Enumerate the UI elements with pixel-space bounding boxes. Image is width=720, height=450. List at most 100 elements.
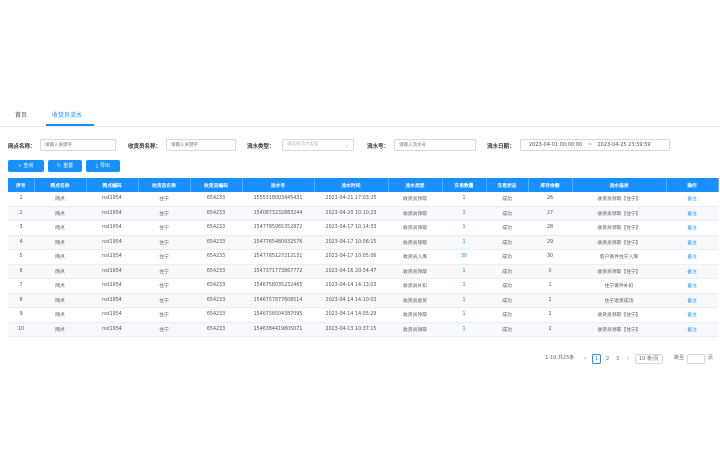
reset-button[interactable]: ↻ 重置 [48, 160, 82, 172]
table-cell: 住宁 [138, 206, 190, 221]
table-cell: nst1954 [86, 220, 138, 236]
table-row: 3 网点 nst1954 住宁 654233 1547785065352872 2023-0… [8, 220, 718, 236]
page-2-button[interactable]: 2 [603, 354, 612, 364]
tab-receiver-flow[interactable]: 收货员流水 [52, 110, 82, 119]
remark-link[interactable]: 备注 [666, 307, 718, 323]
tab-bar: 首页 收货员流水 [0, 106, 720, 127]
remark-link[interactable]: 备注 [666, 220, 718, 236]
table-cell: 2023-04-21 17:03:25 [314, 192, 388, 207]
table-cell: 收货员领取【住宁】 [572, 322, 666, 337]
next-page-button[interactable]: › [624, 354, 632, 364]
table-cell: 10 [8, 322, 34, 337]
remark-link[interactable]: 备注 [666, 278, 718, 294]
table-cell: 1 [528, 307, 572, 323]
table-cell: 28 [528, 220, 572, 236]
flow-type-select[interactable]: 请选择流水类型 ⌄ [282, 139, 354, 151]
table-cell: 收货员领取【住宁】 [572, 264, 666, 279]
export-button[interactable]: ⤓ 导出 [86, 160, 120, 172]
table-cell: 1547371773867772 [242, 264, 314, 279]
remark-link[interactable]: 备注 [666, 192, 718, 207]
table-row: 7 网点 nst1954 住宁 654233 1546758035232465 2023-0… [8, 278, 718, 294]
table-row: 9 网点 nst1954 住宁 654233 1546758504387095 2023-0… [8, 307, 718, 323]
table-cell: 成功 [486, 235, 528, 250]
jump-suffix: 页 [708, 355, 714, 361]
table-cell: nst1954 [86, 293, 138, 308]
column-header: 流水类型 [388, 178, 443, 192]
date-separator: ~ [587, 142, 592, 148]
table-cell: 网点 [34, 235, 86, 250]
table-cell: 654233 [190, 220, 242, 236]
remark-link[interactable]: 备注 [666, 206, 718, 221]
table-cell: 成功 [486, 264, 528, 279]
site-name-input[interactable] [40, 139, 116, 151]
table-cell: 1546757877608514 [242, 293, 314, 308]
page-3-button[interactable]: 3 [613, 354, 622, 364]
table-cell: 住宁 [138, 307, 190, 323]
table-cell: nst1954 [86, 322, 138, 337]
table-cell: 成功 [486, 278, 528, 294]
prev-page-button[interactable]: ‹ [581, 354, 589, 364]
table-cell: 2 [528, 293, 572, 308]
export-button-label: 导出 [100, 163, 111, 169]
table-cell: 1547765127212131 [242, 249, 314, 265]
table-cell: 654233 [190, 249, 242, 265]
search-button[interactable]: ⌕ 查询 [8, 160, 44, 172]
table-cell: 收货员领取 [388, 192, 442, 207]
table-cell: 26 [528, 192, 572, 207]
table-cell: 1 [442, 220, 486, 236]
jump-page-input[interactable] [687, 354, 705, 364]
table-cell: 住宁 [138, 264, 190, 279]
flow-no-input[interactable] [394, 139, 476, 151]
search-button-label: 查询 [23, 163, 34, 169]
table-cell: 成功 [486, 220, 528, 236]
table-cell: 1546758035232465 [242, 278, 314, 294]
table-cell: 收货员补扣 [388, 278, 442, 294]
table-row: 6 网点 nst1954 住宁 654233 1547371773867772 2023-0… [8, 264, 718, 279]
column-header: 收货员名称 [138, 178, 191, 192]
table-cell: 654233 [190, 264, 242, 279]
table-cell: 住宁 [138, 192, 190, 207]
table-row: 10 网点 nst1954 住宁 654233 1546384419805071 2023-… [8, 322, 718, 337]
remark-link[interactable]: 备注 [666, 235, 718, 250]
table-cell: 收货员领取 [388, 235, 442, 250]
remark-link[interactable]: 备注 [666, 249, 718, 265]
jump-label: 跳至 [674, 355, 685, 361]
table-cell: 1 [442, 235, 486, 250]
table-cell: 2023-04-17 10:06:15 [314, 235, 388, 250]
page-1-button[interactable]: 1 [592, 354, 602, 364]
table-cell: 2023-04-16 20:34:47 [314, 264, 388, 279]
table-cell: 收货员领取【住宁】 [572, 192, 666, 207]
table-cell: 2023-04-13 10:37:15 [314, 322, 388, 337]
page-size-select[interactable]: 10 条/页 [635, 354, 663, 364]
table-cell: 收货员领取 [388, 322, 442, 337]
table-row: 5 网点 nst1954 住宁 654233 1547765127212131 2023-0… [8, 249, 718, 265]
remark-link[interactable]: 备注 [666, 293, 718, 308]
column-header: 交易数量 [442, 178, 487, 192]
table-cell: 网点 [34, 249, 86, 265]
table-cell: 收货员领取 [388, 264, 442, 279]
table-body: 1 网点 nst1954 住宁 654233 1555318003445431 2023-0… [8, 192, 718, 337]
table-header-row: 序号 网点名称 网点编码 收货员名称 收货员编码 流水号 流水时间 流水类型 交易数量 交易状态库… [8, 178, 719, 192]
table-cell: 1 [442, 206, 486, 221]
table-cell: 收货员领取 [388, 206, 442, 221]
column-header: 操作 [666, 178, 719, 192]
table-cell: 成功 [486, 322, 528, 337]
table-cell: 收货员入库 [388, 249, 442, 265]
flow-date-range[interactable]: 2023-04-01 00:00:00 ~ 2023-04-25 23:59:5… [520, 139, 670, 151]
table-row: 8 网点 nst1954 住宁 654233 1546757877608514 2023-0… [8, 293, 718, 308]
table-cell: 网点 [34, 192, 86, 207]
receiver-name-input[interactable] [166, 139, 236, 151]
remark-link[interactable]: 备注 [666, 322, 718, 337]
table-cell: 收货员领取【住宁】 [572, 220, 666, 236]
tab-home[interactable]: 首页 [15, 110, 27, 119]
remark-link[interactable]: 备注 [666, 264, 718, 279]
column-header: 网点编码 [86, 178, 139, 192]
table-cell: 7 [8, 278, 34, 294]
table-cell: 1547785065352872 [242, 220, 314, 236]
table-cell: nst1954 [86, 235, 138, 250]
table-cell: 1 [442, 307, 486, 323]
table-cell: 6 [8, 264, 34, 279]
receiver-name-label: 收货员名称： [128, 144, 162, 150]
table-cell: 654233 [190, 307, 242, 323]
date-start: 2023-04-01 00:00:00 [529, 142, 583, 148]
